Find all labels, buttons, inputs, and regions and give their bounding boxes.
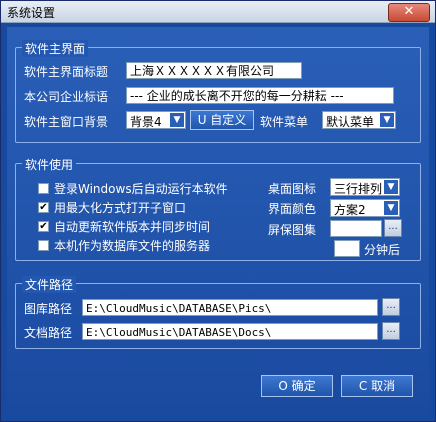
dialog-body: 软件主界面 软件主界面标题 上海ＸＸＸＸＸＸ有限公司 本公司企业标语 --- 企… (7, 27, 429, 415)
file-path-group-label: 文件路径 (22, 276, 77, 293)
auto-update-label: 自动更新软件版本并同步时间 (54, 220, 211, 234)
background-select[interactable]: 背景4 ▼ (126, 111, 186, 129)
desktop-icon-select[interactable]: 三行排列 ▼ (330, 178, 400, 196)
check-icon: ✔ (39, 221, 48, 232)
window-title: 系统设置 (7, 6, 56, 20)
main-interface-group: 软件主界面 软件主界面标题 上海ＸＸＸＸＸＸ有限公司 本公司企业标语 --- 企… (15, 40, 421, 143)
color-scheme-value: 方案2 (334, 203, 366, 217)
slogan-input[interactable]: --- 企业的成长离不开您的每一分耕耘 --- (126, 87, 394, 104)
maximize-label: 用最大化方式打开子窗口 (54, 201, 187, 215)
chevron-down-icon: ▼ (384, 180, 398, 194)
check-icon: ✔ (39, 202, 48, 213)
pics-browse-button[interactable]: ... (382, 298, 400, 316)
menu-select[interactable]: 默认菜单 ▼ (322, 111, 396, 129)
main-interface-group-label: 软件主界面 (22, 40, 89, 57)
desktop-icon-value: 三行排列 (334, 182, 383, 196)
chevron-down-icon: ▼ (384, 201, 398, 215)
auto-update-checkbox[interactable]: ✔ (38, 221, 49, 232)
screensaver-input[interactable] (330, 220, 382, 237)
title-input[interactable]: 上海ＸＸＸＸＸＸ有限公司 (126, 62, 302, 79)
autorun-checkbox[interactable] (38, 183, 49, 194)
color-scheme-label: 界面颜色 (268, 202, 317, 216)
docs-path-input[interactable]: E:\CloudMusic\DATABASE\Docs\ (82, 323, 378, 340)
db-server-label: 本机作为数据库文件的服务器 (54, 239, 211, 253)
custom-background-button[interactable]: U 自定义 (190, 110, 254, 130)
desktop-icon-label: 桌面图标 (268, 182, 317, 196)
ok-button[interactable]: O 确定 (261, 375, 333, 397)
autorun-label: 登录Windows后自动运行本软件 (54, 182, 228, 196)
close-icon: ✕ (403, 4, 415, 19)
docs-path-label: 文档路径 (24, 326, 73, 340)
screensaver-browse-button[interactable]: ... (384, 219, 402, 237)
pics-path-label: 图库路径 (24, 302, 73, 316)
file-path-group: 文件路径 图库路径 E:\CloudMusic\DATABASE\Pics\ .… (15, 276, 421, 349)
screensaver-label: 屏保图集 (268, 223, 317, 237)
pics-path-input[interactable]: E:\CloudMusic\DATABASE\Pics\ (82, 299, 378, 316)
menu-value: 默认菜单 (326, 115, 375, 129)
db-server-checkbox[interactable] (38, 240, 49, 251)
title-bar: 系统设置 ✕ (1, 1, 435, 23)
minutes-input[interactable] (334, 240, 360, 257)
chevron-down-icon: ▼ (380, 113, 394, 127)
menu-label: 软件菜单 (260, 115, 309, 129)
background-value: 背景4 (130, 115, 162, 129)
minutes-label: 分钟后 (364, 243, 401, 257)
close-button[interactable]: ✕ (388, 3, 430, 22)
slogan-label: 本公司企业标语 (24, 90, 109, 104)
usage-group-label: 软件使用 (22, 156, 77, 173)
chevron-down-icon: ▼ (170, 113, 184, 127)
maximize-checkbox[interactable]: ✔ (38, 202, 49, 213)
docs-browse-button[interactable]: ... (382, 322, 400, 340)
background-label: 软件主窗口背景 (24, 115, 109, 129)
color-scheme-select[interactable]: 方案2 ▼ (330, 199, 400, 217)
cancel-button[interactable]: C 取消 (341, 375, 413, 397)
usage-group: 软件使用 登录Windows后自动运行本软件 ✔ 用最大化方式打开子窗口 ✔ 自… (15, 156, 421, 261)
title-label: 软件主界面标题 (24, 65, 109, 79)
settings-window: 系统设置 ✕ 软件主界面 软件主界面标题 上海ＸＸＸＸＸＸ有限公司 本公司企业标… (0, 0, 436, 422)
